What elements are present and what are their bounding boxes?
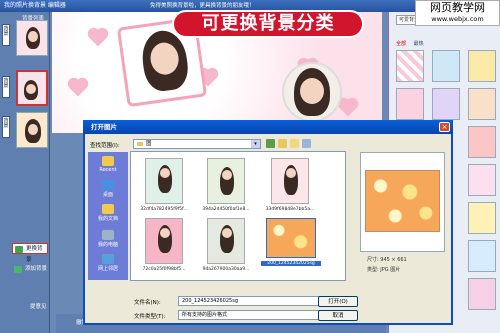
look-in-select[interactable]: 图 ▾ (133, 139, 261, 149)
category-banner: 可更换背景分类 (172, 10, 364, 38)
gallery-thumb[interactable] (468, 126, 496, 158)
gallery-tab-hot[interactable]: 最热 (414, 41, 424, 47)
site-watermark: 网页教学网 www.webjx.com (415, 0, 500, 26)
places-bar: Recent 桌面 我的文档 我的电脑 网上邻居 (88, 152, 128, 280)
look-in-value: 图 (146, 141, 152, 147)
gallery-thumb[interactable] (468, 50, 496, 82)
dialog-title: 打开图片 (83, 120, 453, 134)
app-title: 我的照片换背景 编辑器 (4, 2, 66, 9)
look-in-label: 查找范围(I): (90, 143, 120, 149)
file-item-selected[interactable]: 200_12452342025sg (261, 218, 321, 266)
desktop-icon (102, 180, 114, 190)
sidebar-tab-1[interactable]: 背景 (2, 24, 10, 46)
place-documents[interactable]: 我的文档 (88, 204, 128, 222)
sidebar-tab-3[interactable]: 背景 (2, 116, 10, 138)
computer-icon (102, 230, 114, 240)
file-item[interactable]: 33d9f69848e7bb5a... (265, 158, 315, 212)
add-background-label: 添加背景 (25, 266, 48, 272)
gallery-thumb[interactable] (432, 88, 460, 120)
file-item[interactable]: 32df4a782495f9f5f... (139, 158, 189, 212)
gallery-thumb[interactable] (432, 50, 460, 82)
network-icon (102, 254, 114, 264)
place-computer[interactable]: 我的电脑 (88, 230, 128, 248)
sidebar-tab-2[interactable]: 背景 (2, 76, 10, 98)
filetype-label: 文件类型(T): (134, 314, 166, 320)
preview-type: 类型: JPG 图片 (367, 267, 401, 273)
place-network[interactable]: 网上邻居 (88, 254, 128, 272)
change-background-button[interactable]: 更换背景 (12, 243, 48, 263)
place-desktop[interactable]: 桌面 (88, 180, 128, 198)
gallery-thumb[interactable] (468, 202, 496, 234)
file-item[interactable]: 94a267900a30aa9... (201, 218, 251, 272)
sidebar-thumb-1[interactable] (16, 20, 48, 56)
filename-label: 文件名(N): (134, 300, 161, 306)
watermark-url: www.webjx.com (431, 15, 484, 23)
view-menu-icon[interactable] (302, 139, 311, 148)
file-item[interactable]: 394a2d450f0af1e8... (201, 158, 251, 212)
feedback-link[interactable]: 提意见 (30, 302, 47, 310)
watermark-title: 网页教学网 (430, 1, 485, 14)
file-list[interactable]: 32df4a782495f9f5f... 394a2d450f0af1e8...… (130, 151, 346, 281)
cancel-button[interactable]: 取消 (318, 310, 358, 321)
gallery-tab-all[interactable]: 全部 (396, 41, 406, 47)
add-background-button[interactable]: 添加背景 (12, 264, 48, 275)
gallery-thumb[interactable] (468, 88, 496, 120)
photo-bubble[interactable] (282, 62, 342, 122)
documents-icon (102, 204, 114, 214)
gallery-thumb[interactable] (468, 164, 496, 196)
back-icon[interactable] (266, 139, 275, 148)
preview-dimensions: 尺寸: 945 × 661 (367, 257, 407, 263)
new-folder-icon[interactable] (290, 139, 299, 148)
gallery-thumb[interactable] (396, 88, 424, 120)
image-replace-icon (15, 246, 23, 253)
add-image-icon (14, 266, 22, 273)
gallery-thumb[interactable] (396, 50, 424, 82)
close-icon[interactable]: × (439, 122, 450, 132)
gallery-thumb[interactable] (468, 240, 496, 272)
background-sidebar: 背景列表 背景 背景 背景 (0, 12, 50, 333)
place-recent[interactable]: Recent (88, 156, 128, 173)
recent-folder-icon (102, 156, 114, 166)
sidebar-thumb-2[interactable] (16, 70, 48, 106)
chevron-down-icon[interactable]: ▾ (251, 140, 260, 148)
up-folder-icon[interactable] (278, 139, 287, 148)
gallery-thumb[interactable] (468, 278, 496, 310)
open-button[interactable]: 打开(O) (318, 296, 358, 307)
preview-image (365, 170, 440, 232)
sidebar-thumb-3[interactable] (16, 112, 48, 148)
file-item[interactable]: 72c0a25f0f98bf5... (139, 218, 189, 272)
gallery-tabs: 全部 最热 (396, 40, 496, 48)
